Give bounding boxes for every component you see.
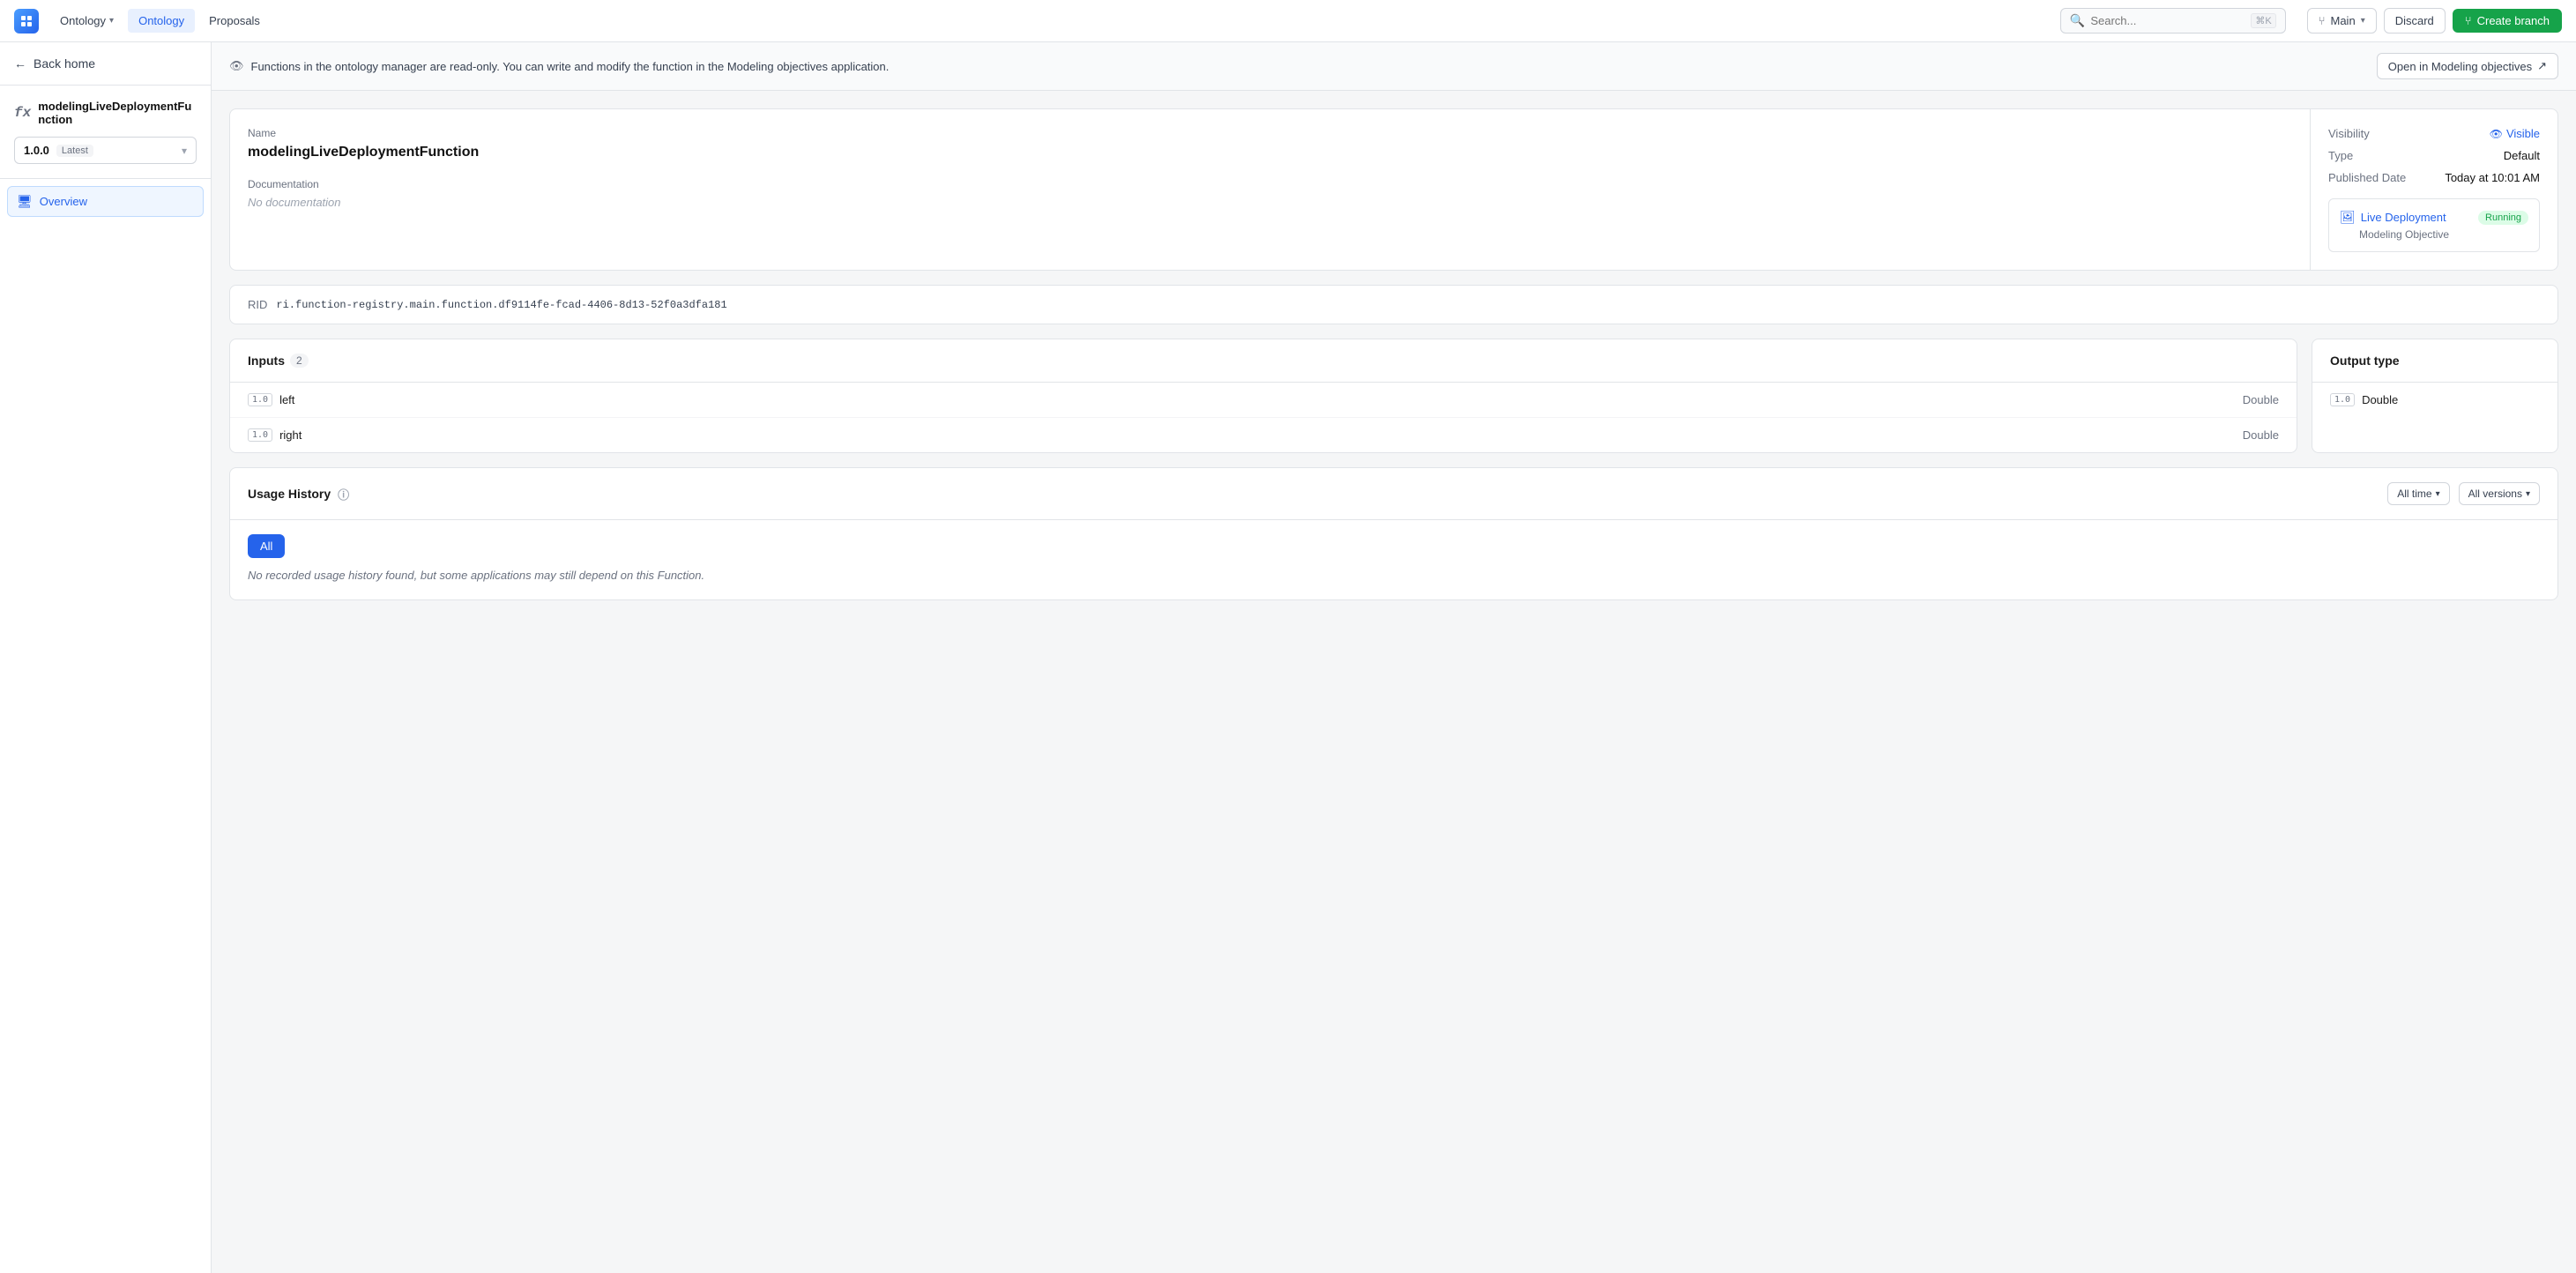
image-icon: 🖼: [2340, 210, 2356, 225]
doc-label: Documentation: [248, 178, 2292, 190]
create-branch-button[interactable]: ⑂ Create branch: [2453, 9, 2562, 33]
visibility-label: Visibility: [2328, 127, 2370, 140]
version-tag: Latest: [56, 145, 93, 157]
arrow-left-icon: ←: [14, 56, 26, 71]
nav-tabs: Ontology ▾ Ontology Proposals: [49, 9, 271, 33]
info-icon[interactable]: ⓘ: [338, 486, 349, 502]
external-link-icon: ↗: [2537, 59, 2547, 73]
content-area: Name modelingLiveDeploymentFunction Docu…: [212, 91, 2576, 618]
monitor-icon: 🖥: [17, 194, 33, 209]
usage-history-title: Usage History: [248, 487, 331, 501]
search-icon: 🔍: [2070, 13, 2085, 28]
doc-placeholder: No documentation: [248, 196, 2292, 209]
running-badge: Running: [2478, 211, 2528, 225]
function-name: modelingLiveDeploymentFunction: [38, 100, 197, 126]
all-tab-button[interactable]: All: [248, 534, 285, 558]
live-deploy-title: 🖼 Live Deployment: [2340, 210, 2446, 225]
rid-bar: RID ri.function-registry.main.function.d…: [229, 285, 2558, 324]
version-selector[interactable]: 1.0.0 Latest ▾: [14, 137, 197, 164]
inputs-card: Inputs 2 1.0 left Double 1.0 right: [229, 339, 2297, 453]
function-main-info: Name modelingLiveDeploymentFunction Docu…: [230, 109, 2311, 270]
search-input[interactable]: [2090, 14, 2245, 27]
output-type-value: Double: [2362, 393, 2398, 406]
type-value: Default: [2504, 149, 2540, 162]
sidebar-nav-items: 🖥 Overview: [0, 179, 211, 224]
inputs-count: 2: [290, 354, 309, 368]
input-type-right: Double: [2243, 428, 2279, 442]
nav-tab-proposals[interactable]: Proposals: [198, 9, 271, 33]
info-banner: 👁 Functions in the ontology manager are …: [212, 42, 2576, 91]
eye-icon: 👁: [229, 59, 244, 73]
output-header: Output type: [2330, 354, 2400, 368]
version-number: 1.0.0: [24, 144, 49, 157]
live-deployment-card: 🖼 Live Deployment Running Modeling Objec…: [2328, 198, 2540, 252]
published-label: Published Date: [2328, 171, 2406, 184]
input-item-left: 1.0 left Double: [230, 383, 2297, 418]
output-version-badge: 1.0: [2330, 393, 2355, 406]
input-name-left: left: [279, 393, 294, 406]
live-deploy-subtitle: Modeling Objective: [2359, 228, 2528, 241]
chevron-down-icon: ▾: [2361, 16, 2365, 26]
eye-icon: 👁: [2490, 128, 2503, 140]
rid-label: RID: [248, 298, 267, 311]
type-label: Type: [2328, 149, 2353, 162]
input-item-right: 1.0 right Double: [230, 418, 2297, 452]
inputs-header: Inputs: [248, 354, 285, 368]
input-version-badge-right: 1.0: [248, 428, 272, 442]
sidebar-item-overview[interactable]: 🖥 Overview: [7, 186, 204, 217]
chevron-down-icon: ▾: [2526, 489, 2530, 499]
chevron-down-icon: ▾: [2436, 489, 2440, 499]
output-card: Output type 1.0 Double: [2312, 339, 2558, 453]
all-versions-filter[interactable]: All versions ▾: [2459, 482, 2540, 505]
function-metadata: Visibility 👁 Visible Type Default Publis…: [2311, 109, 2557, 270]
published-value: Today at 10:01 AM: [2445, 171, 2540, 184]
input-type-left: Double: [2243, 393, 2279, 406]
chevron-down-icon: ▾: [109, 16, 114, 26]
input-version-badge-left: 1.0: [248, 393, 272, 406]
nav-right-actions: ⑂ Main ▾ Discard ⑂ Create branch: [2307, 8, 2562, 34]
nav-tab-ontology[interactable]: Ontology: [128, 9, 195, 33]
app-logo: [14, 9, 39, 34]
function-display-name: modelingLiveDeploymentFunction: [248, 145, 2292, 160]
open-modeling-objectives-button[interactable]: Open in Modeling objectives ↗: [2377, 53, 2558, 79]
input-name-right: right: [279, 428, 302, 442]
branch-icon: ⑂: [2319, 14, 2326, 27]
usage-history-card: Usage History ⓘ All time ▾ All versions …: [229, 467, 2558, 600]
nav-tab-ontology-parent[interactable]: Ontology ▾: [49, 9, 124, 33]
discard-button[interactable]: Discard: [2384, 8, 2446, 34]
keyboard-shortcut: ⌘K: [2251, 13, 2275, 28]
app-layout: ← Back home fx modelingLiveDeploymentFun…: [0, 42, 2576, 1273]
branch-icon: ⑂: [2465, 14, 2472, 27]
io-section: Inputs 2 1.0 left Double 1.0 right: [229, 339, 2558, 453]
main-content: 👁 Functions in the ontology manager are …: [212, 42, 2576, 1273]
function-info-card: Name modelingLiveDeploymentFunction Docu…: [229, 108, 2558, 271]
top-nav: Ontology ▾ Ontology Proposals 🔍 ⌘K ⑂ Mai…: [0, 0, 2576, 42]
usage-empty-message: No recorded usage history found, but som…: [248, 569, 704, 582]
function-title-section: fx modelingLiveDeploymentFunction 1.0.0 …: [0, 86, 211, 179]
usage-history-filters: All time ▾ All versions ▾: [2387, 482, 2540, 505]
usage-history-header: Usage History ⓘ All time ▾ All versions …: [230, 468, 2557, 520]
output-type-row: 1.0 Double: [2312, 383, 2557, 417]
back-home-link[interactable]: ← Back home: [0, 42, 211, 86]
search-bar: 🔍 ⌘K: [2060, 8, 2286, 34]
sidebar: ← Back home fx modelingLiveDeploymentFun…: [0, 42, 212, 1273]
all-time-filter[interactable]: All time ▾: [2387, 482, 2449, 505]
branch-selector[interactable]: ⑂ Main ▾: [2307, 8, 2377, 34]
name-label: Name: [248, 127, 2292, 139]
function-icon: fx: [14, 105, 31, 121]
visibility-value: 👁 Visible: [2490, 127, 2540, 140]
rid-value: ri.function-registry.main.function.df911…: [276, 299, 726, 311]
chevron-down-icon: ▾: [182, 145, 187, 157]
